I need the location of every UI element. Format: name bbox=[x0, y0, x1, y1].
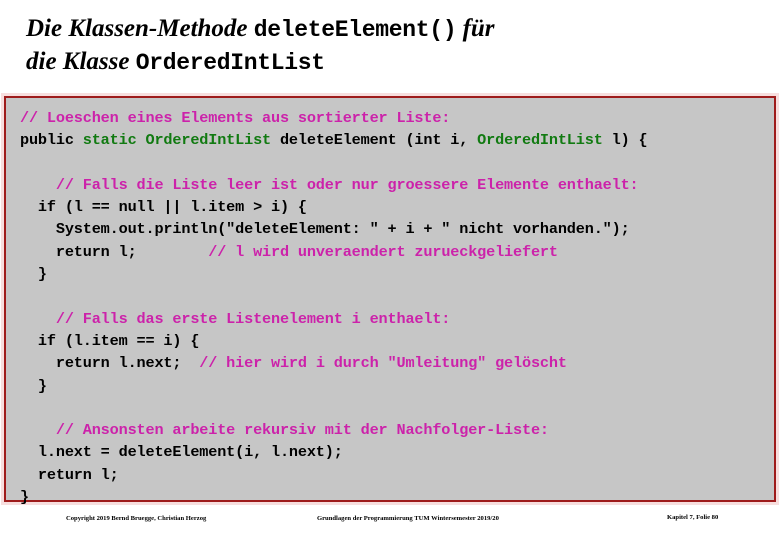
code-token-plain: if (l == null || l.item > i) { bbox=[20, 198, 307, 217]
code-token-plain: } bbox=[20, 265, 47, 284]
title-line-1: Die Klassen-Methode deleteElement() für bbox=[26, 13, 756, 46]
title-line-2-prefix: die Klasse bbox=[26, 48, 136, 75]
slide-footer: Copyright 2019 Bernd Bruegge, Christian … bbox=[0, 510, 780, 532]
code-token-plain: } bbox=[20, 488, 29, 507]
page-title: Die Klassen-Methode deleteElement() für … bbox=[26, 13, 756, 79]
code-line: return l.next; // hier wird i durch "Uml… bbox=[20, 352, 774, 374]
title-line-1-prefix: Die Klassen-Methode bbox=[26, 15, 254, 42]
code-line: // Falls die Liste leer ist oder nur gro… bbox=[20, 174, 774, 196]
code-line: // Falls das erste Listenelement i entha… bbox=[20, 308, 774, 330]
code-line: if (l == null || l.item > i) { bbox=[20, 196, 774, 218]
code-token-comment: // l wird unveraendert zurueckgeliefert bbox=[208, 242, 558, 261]
code-token-plain: if (l.item == i) { bbox=[20, 331, 200, 350]
code-token-plain: } bbox=[20, 376, 47, 395]
code-token-comment: // Falls die Liste leer ist oder nur gro… bbox=[20, 175, 639, 194]
code-token-plain: System.out.println("deleteElement: " + i… bbox=[20, 220, 630, 239]
code-line: } bbox=[20, 375, 774, 397]
code-panel: // Loeschen eines Elements aus sortierte… bbox=[4, 96, 776, 506]
footer-course: Grundlagen der Programmierung TUM Winter… bbox=[317, 515, 499, 522]
code-token-comment: // hier wird i durch "Umleitung" gelösch… bbox=[199, 354, 567, 373]
code-token-comment: // Falls das erste Listenelement i entha… bbox=[20, 309, 451, 328]
code-token-type: OrderedIntList bbox=[477, 131, 603, 150]
code-token-comment: // Ansonsten arbeite rekursiv mit der Na… bbox=[20, 421, 549, 440]
code-line: return l; bbox=[20, 464, 774, 486]
title-line-2: die Klasse OrderedIntList bbox=[26, 46, 756, 79]
code-token-plain: return l.next; bbox=[20, 354, 200, 373]
code-line: return l; // l wird unveraendert zurueck… bbox=[20, 241, 774, 263]
code-line: } bbox=[20, 486, 774, 508]
code-token-plain: l.next = deleteElement(i, l.next); bbox=[20, 443, 343, 462]
code-line: } bbox=[20, 263, 774, 285]
code-token-plain: public bbox=[20, 131, 83, 150]
code-token-plain: l) { bbox=[602, 131, 648, 150]
code-listing: // Loeschen eines Elements aus sortierte… bbox=[6, 98, 774, 508]
footer-page-number: Kapitel 7, Folie 80 bbox=[667, 514, 719, 521]
footer-copyright: Copyright 2019 Bernd Bruegge, Christian … bbox=[66, 515, 207, 522]
code-line: l.next = deleteElement(i, l.next); bbox=[20, 441, 774, 463]
code-line: // Loeschen eines Elements aus sortierte… bbox=[20, 107, 774, 129]
code-token-plain: return l; bbox=[20, 465, 119, 484]
code-token-comment: // Loeschen eines Elements aus sortierte… bbox=[20, 109, 451, 127]
title-line-2-code: OrderedIntList bbox=[135, 50, 325, 76]
code-line: if (l.item == i) { bbox=[20, 330, 774, 352]
title-line-1-suffix: für bbox=[456, 15, 495, 42]
code-line: // Ansonsten arbeite rekursiv mit der Na… bbox=[20, 419, 774, 441]
slide: Die Klassen-Methode deleteElement() für … bbox=[0, 0, 780, 540]
code-line: System.out.println("deleteElement: " + i… bbox=[20, 218, 774, 240]
title-line-1-code: deleteElement() bbox=[253, 17, 457, 43]
code-token-type: static OrderedIntList bbox=[82, 131, 271, 150]
code-token-plain: deleteElement (int i, bbox=[271, 131, 478, 150]
code-line: public static OrderedIntList deleteEleme… bbox=[20, 129, 774, 151]
code-token-plain: return l; bbox=[20, 242, 209, 261]
